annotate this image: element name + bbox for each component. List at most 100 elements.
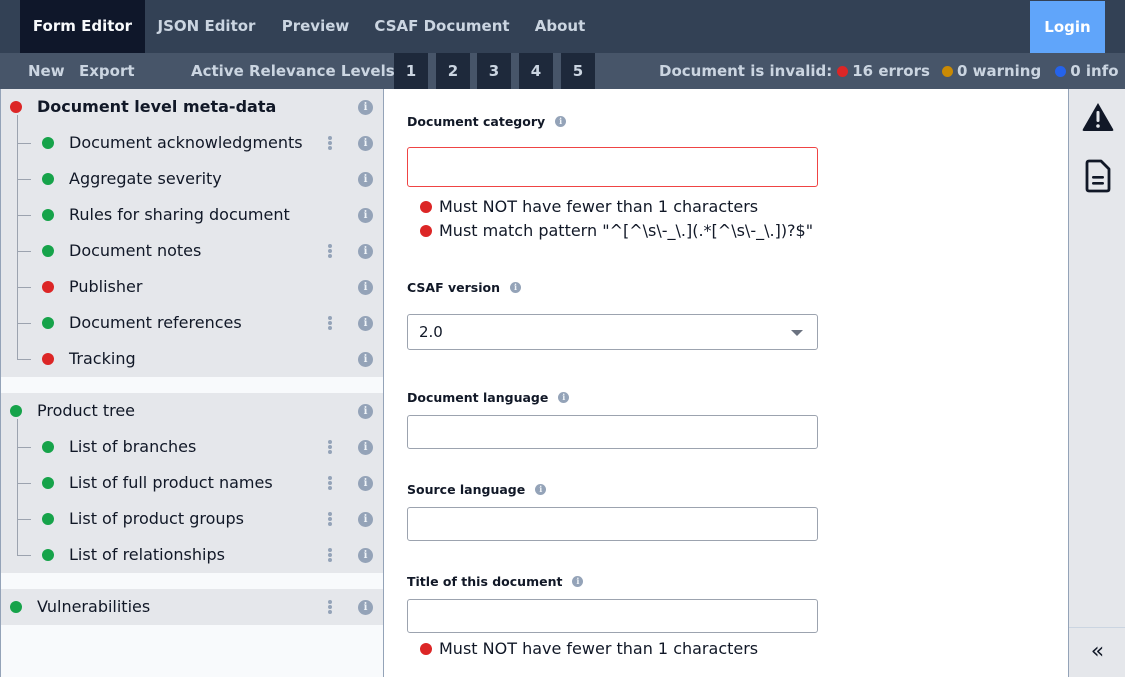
- tree-connector: [17, 287, 31, 288]
- relevance-level-2[interactable]: 2: [436, 53, 470, 89]
- info-icon[interactable]: i: [358, 100, 373, 115]
- status-dot-icon: [42, 549, 54, 561]
- info-icon[interactable]: i: [558, 392, 570, 403]
- sidebar-item-vulnerabilities[interactable]: Vulnerabilities i: [1, 589, 383, 625]
- document-preview-button[interactable]: [1081, 159, 1115, 195]
- info-icon[interactable]: i: [358, 548, 373, 563]
- sidebar-item-document-acknowledgments[interactable]: Document acknowledgments i: [1, 125, 383, 161]
- field-label-text: Document language: [407, 390, 549, 405]
- info-icon[interactable]: i: [358, 172, 373, 187]
- login-button[interactable]: Login: [1030, 1, 1105, 53]
- sidebar-item-label: Document notes: [69, 241, 202, 260]
- more-vertical-icon[interactable]: [327, 548, 333, 562]
- info-icon[interactable]: i: [572, 576, 584, 587]
- sidebar-item-document-references[interactable]: Document references i: [1, 305, 383, 341]
- field-label-text: Source language: [407, 482, 526, 497]
- document-title-input[interactable]: [407, 599, 818, 633]
- info-icon[interactable]: i: [358, 352, 373, 367]
- sidebar-item-label: List of branches: [69, 437, 197, 456]
- info-icon[interactable]: i: [358, 136, 373, 151]
- source-language-label: Source language i: [407, 482, 547, 497]
- tab-json-editor[interactable]: JSON Editor: [145, 0, 268, 53]
- relevance-level-4[interactable]: 4: [519, 53, 553, 89]
- sidebar-item-tracking[interactable]: Tracking i: [1, 341, 383, 377]
- info-icon[interactable]: i: [358, 440, 373, 455]
- status-dot-icon: [42, 441, 54, 453]
- sidebar-item-list-of-branches[interactable]: List of branches i: [1, 429, 383, 465]
- warning-count[interactable]: 0 warning: [957, 53, 1041, 89]
- tab-form-editor[interactable]: Form Editor: [20, 0, 145, 53]
- sidebar-item-rules-for-sharing[interactable]: Rules for sharing document i: [1, 197, 383, 233]
- error-count[interactable]: 16 errors: [852, 53, 930, 89]
- validation-error: Must match pattern "^[^\s\-_\.](.*[^\s\-…: [420, 221, 813, 240]
- sidebar-item-product-tree[interactable]: Product tree i: [1, 393, 383, 429]
- relevance-level-3[interactable]: 3: [477, 53, 511, 89]
- info-icon[interactable]: i: [358, 316, 373, 331]
- field-label-text: CSAF version: [407, 280, 500, 295]
- tab-about[interactable]: About: [521, 0, 599, 53]
- csaf-version-select[interactable]: 2.0: [407, 314, 818, 350]
- sidebar-item-label: Vulnerabilities: [37, 597, 151, 616]
- info-icon[interactable]: i: [535, 484, 547, 495]
- info-icon[interactable]: i: [358, 600, 373, 615]
- info-count[interactable]: 0 info: [1070, 53, 1118, 89]
- sidebar-item-list-of-full-product-names[interactable]: List of full product names i: [1, 465, 383, 501]
- tab-csaf-document[interactable]: CSAF Document: [363, 0, 521, 53]
- export-button[interactable]: Export: [79, 53, 135, 89]
- tree-connector: [17, 323, 31, 324]
- more-vertical-icon[interactable]: [327, 512, 333, 526]
- info-icon[interactable]: i: [358, 244, 373, 259]
- form-panel: Document category i Must NOT have fewer …: [384, 89, 1068, 677]
- new-button[interactable]: New: [28, 53, 65, 89]
- more-vertical-icon[interactable]: [327, 316, 333, 330]
- info-icon[interactable]: i: [358, 512, 373, 527]
- sidebar-item-label: Publisher: [69, 277, 143, 296]
- more-vertical-icon[interactable]: [327, 476, 333, 490]
- sidebar-item-aggregate-severity[interactable]: Aggregate severity i: [1, 161, 383, 197]
- chevron-down-icon: [791, 330, 803, 336]
- error-dot-icon: [420, 200, 432, 213]
- relevance-level-5[interactable]: 5: [561, 53, 595, 89]
- tree-connector: [17, 251, 31, 252]
- sidebar-item-document-level-meta-data[interactable]: Document level meta-data i: [1, 89, 383, 125]
- more-vertical-icon[interactable]: [327, 244, 333, 258]
- tree-connector: [17, 359, 31, 360]
- error-dot-icon: [837, 65, 849, 77]
- document-language-input[interactable]: [407, 415, 818, 449]
- sidebar-item-document-notes[interactable]: Document notes i: [1, 233, 383, 269]
- error-text: Must NOT have fewer than 1 characters: [439, 639, 759, 658]
- sidebar-item-list-of-relationships[interactable]: List of relationships i: [1, 537, 383, 573]
- tree-connector: [17, 555, 31, 556]
- warning-dot-icon: [941, 65, 953, 77]
- sidebar-item-publisher[interactable]: Publisher i: [1, 269, 383, 305]
- more-vertical-icon[interactable]: [327, 136, 333, 150]
- status-dot-icon: [42, 209, 54, 221]
- status-dot-icon: [42, 137, 54, 149]
- more-vertical-icon[interactable]: [327, 600, 333, 614]
- relevance-level-1[interactable]: 1: [394, 53, 428, 89]
- info-icon[interactable]: i: [358, 476, 373, 491]
- status-dot-icon: [42, 353, 54, 365]
- errors-panel-button[interactable]: [1081, 101, 1115, 137]
- info-icon[interactable]: i: [358, 280, 373, 295]
- status-dot-icon: [42, 477, 54, 489]
- document-category-input[interactable]: [407, 147, 818, 187]
- field-label-text: Document category: [407, 114, 546, 129]
- error-dot-icon: [420, 224, 432, 237]
- sidebar-item-list-of-product-groups[interactable]: List of product groups i: [1, 501, 383, 537]
- tree-connector: [17, 179, 31, 180]
- info-icon[interactable]: i: [358, 404, 373, 419]
- info-icon[interactable]: i: [509, 282, 521, 293]
- document-icon: [1085, 159, 1111, 193]
- info-icon[interactable]: i: [358, 208, 373, 223]
- validation-error: Must NOT have fewer than 1 characters: [420, 197, 758, 216]
- relevance-levels-label: Active Relevance Levels:: [191, 62, 401, 80]
- sidebar-item-label: Document acknowledgments: [69, 133, 303, 152]
- source-language-input[interactable]: [407, 507, 818, 541]
- tab-preview[interactable]: Preview: [268, 0, 363, 53]
- more-vertical-icon[interactable]: [327, 440, 333, 454]
- info-icon[interactable]: i: [555, 116, 567, 127]
- sidebar-tree: Document level meta-data i Document ackn…: [0, 89, 384, 677]
- collapse-panel-button[interactable]: «: [1069, 627, 1125, 677]
- status-dot-icon: [42, 281, 54, 293]
